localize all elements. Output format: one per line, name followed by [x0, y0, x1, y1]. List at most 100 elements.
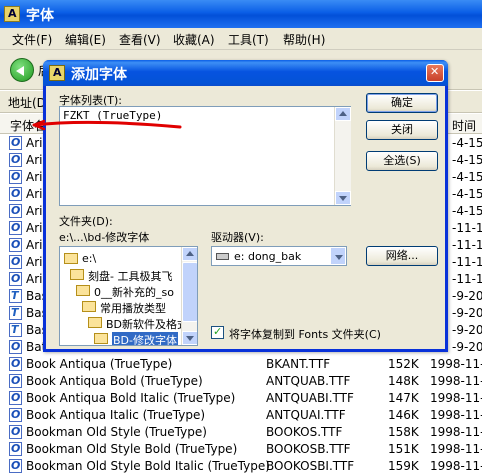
font-date: -4-15 8: [452, 136, 482, 150]
copy-to-fonts-label[interactable]: 将字体复制到 Fonts 文件夹(C): [229, 326, 381, 342]
font-file-icon: [9, 391, 22, 405]
font-row[interactable]: Bookman Old Style Bold (TrueType) BOOKOSB…: [0, 441, 482, 458]
font-date: 1998-11-12: [430, 391, 482, 405]
font-file-icon: [9, 221, 22, 235]
font-name: Bookman Old Style Bold Italic (TrueType): [26, 459, 270, 473]
font-size: 151K: [388, 442, 419, 456]
red-annotation-mark: [32, 119, 182, 131]
open-folder-icon: [70, 269, 84, 280]
col-header-date[interactable]: 时间: [452, 117, 476, 134]
font-file-icon: [9, 425, 22, 439]
font-file-icon: [9, 323, 22, 337]
font-file-icon: [9, 357, 22, 371]
drive-label: 驱动器(V):: [211, 231, 264, 244]
font-row[interactable]: Book Antiqua Italic (TrueType) ANTQUAI.TT…: [0, 407, 482, 424]
font-date: -9-20 2: [452, 289, 482, 303]
font-file-icon: [9, 170, 22, 184]
fonts-app-icon: [49, 65, 65, 81]
network-button[interactable]: 网络...: [366, 246, 438, 266]
drive-select[interactable]: e: dong_bak: [211, 246, 347, 266]
add-font-dialog: 添加字体 字体列表(T): FZKT (TrueType) 确定 关闭 全选(S…: [43, 60, 448, 352]
font-list-scrollbar[interactable]: [334, 107, 351, 205]
menu-help[interactable]: 帮助(H): [283, 31, 325, 48]
folder-label: 文件夹(D):: [59, 215, 113, 228]
font-name: Bookman Old Style Bold (TrueType): [26, 442, 238, 456]
font-filename: ANTQUAB.TTF: [266, 374, 351, 388]
menu-favorites[interactable]: 收藏(A): [173, 31, 215, 48]
folder-tree-scrollbar[interactable]: [181, 247, 197, 345]
fonts-folder-icon: [4, 6, 20, 22]
font-file-icon: [9, 306, 22, 320]
close-button[interactable]: 关闭: [366, 120, 438, 140]
font-name: Book Antiqua Bold Italic (TrueType): [26, 391, 236, 405]
chevron-down-icon[interactable]: [330, 247, 346, 265]
font-file-icon: [9, 374, 22, 388]
font-row[interactable]: Bookman Old Style Bold Italic (TrueType)…: [0, 458, 482, 474]
font-size: 146K: [388, 408, 419, 422]
ok-button[interactable]: 确定: [366, 93, 438, 113]
font-size: 148K: [388, 374, 419, 388]
scroll-down-icon[interactable]: [335, 191, 351, 205]
dialog-titlebar: 添加字体: [43, 60, 448, 86]
font-date: -11-12: [452, 255, 482, 269]
font-date: 1998-11-12: [430, 374, 482, 388]
font-date: 1998-11-12: [430, 408, 482, 422]
menu-file[interactable]: 文件(F): [12, 31, 52, 48]
font-name: Book Antiqua (TrueType): [26, 357, 173, 371]
folder-path: e:\...\bd-修改字体: [59, 231, 150, 244]
scroll-up-icon[interactable]: [182, 247, 197, 261]
font-row[interactable]: Book Antiqua Bold Italic (TrueType) ANTQU…: [0, 390, 482, 407]
menubar: 文件(F) 编辑(E) 查看(V) 收藏(A) 工具(T) 帮助(H): [0, 28, 482, 50]
close-icon[interactable]: [426, 64, 444, 82]
menu-view[interactable]: 查看(V): [119, 31, 161, 48]
scroll-up-icon[interactable]: [335, 107, 351, 121]
folder-tree[interactable]: e:\ 刻盘- 工具极其飞 0__新补充的_so 常用播放类型 BD新软件及格式…: [59, 246, 198, 346]
font-filename: BKANT.TTF: [266, 357, 331, 371]
back-arrow-icon[interactable]: [10, 58, 34, 82]
font-date: 1998-11-4: [430, 459, 482, 473]
font-name: Book Antiqua Bold (TrueType): [26, 374, 203, 388]
font-date: -4-15 8: [452, 170, 482, 184]
font-date: -9-20 2: [452, 340, 482, 354]
font-file-icon: [9, 289, 22, 303]
drive-icon: [216, 253, 229, 260]
font-size: 152K: [388, 357, 419, 371]
font-filename: BOOKOSB.TTF: [266, 442, 351, 456]
font-size: 147K: [388, 391, 419, 405]
dialog-title: 添加字体: [71, 67, 127, 83]
font-file-icon: [9, 153, 22, 167]
font-file-icon: [9, 442, 22, 456]
open-folder-icon: [64, 253, 78, 264]
open-folder-icon: [82, 301, 96, 312]
font-row[interactable]: Book Antiqua Bold (TrueType) ANTQUAB.TTF 1…: [0, 373, 482, 390]
font-name: Book Antiqua Italic (TrueType): [26, 408, 206, 422]
font-date: -11-12: [452, 238, 482, 252]
font-file-icon: [9, 238, 22, 252]
copy-to-fonts-checkbox[interactable]: [211, 325, 224, 339]
open-folder-icon: [76, 285, 90, 296]
font-date: -11-12: [452, 221, 482, 235]
font-row[interactable]: Book Antiqua (TrueType) BKANT.TTF 152K 1998…: [0, 356, 482, 373]
font-file-icon: [9, 408, 22, 422]
font-filename: BOOKOSBI.TTF: [266, 459, 355, 473]
font-file-icon: [9, 255, 22, 269]
font-date: 1998-11-4: [430, 425, 482, 439]
font-filename: BOOKOS.TTF: [266, 425, 343, 439]
explorer-titlebar: 字体: [0, 0, 482, 28]
font-name: Bookman Old Style (TrueType): [26, 425, 207, 439]
font-file-icon: [9, 187, 22, 201]
menu-tools[interactable]: 工具(T): [228, 31, 269, 48]
menu-edit[interactable]: 编辑(E): [65, 31, 106, 48]
font-row[interactable]: Bookman Old Style (TrueType) BOOKOS.TTF 15…: [0, 424, 482, 441]
font-date: -4-15 8: [452, 204, 482, 218]
select-all-button[interactable]: 全选(S): [366, 151, 438, 171]
font-file-icon: [9, 340, 22, 354]
scroll-down-icon[interactable]: [182, 331, 197, 345]
scroll-thumb[interactable]: [182, 262, 197, 322]
drive-value: e: dong_bak: [234, 250, 302, 263]
font-date: 1998-11-4: [430, 442, 482, 456]
font-file-icon: [9, 459, 22, 473]
font-file-icon: [9, 136, 22, 150]
font-date: -9-20 2: [452, 323, 482, 337]
font-file-icon: [9, 204, 22, 218]
